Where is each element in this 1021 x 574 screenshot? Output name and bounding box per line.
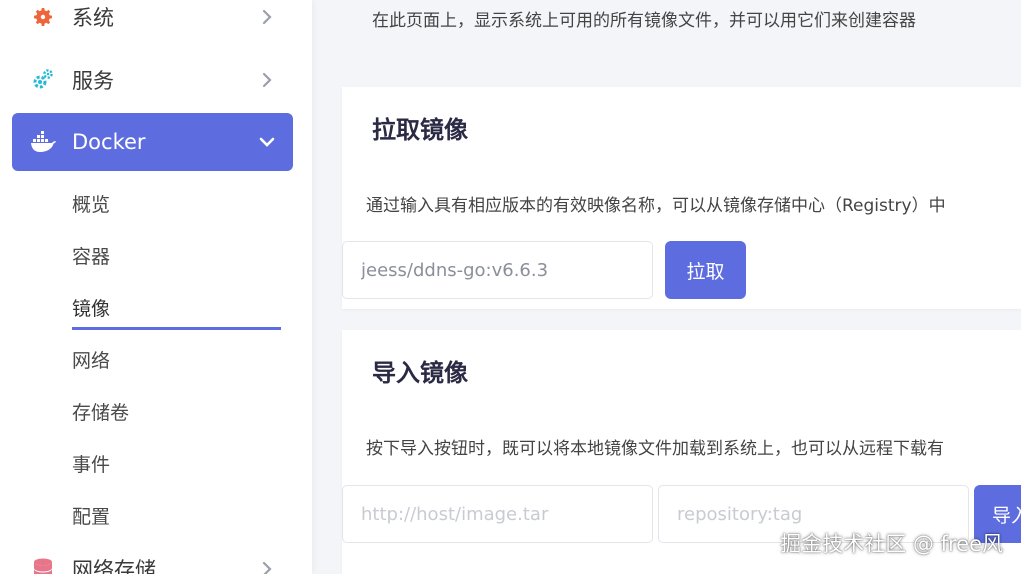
image-url-input[interactable] xyxy=(342,485,653,543)
active-sub-underline xyxy=(72,327,281,330)
import-image-description: 按下导入按钮时，既可以将本地镜像文件加载到系统上，也可以从远程下载有 xyxy=(366,439,944,459)
chevron-right-icon xyxy=(262,561,272,574)
pull-image-title: 拉取镜像 xyxy=(372,116,468,144)
docker-sub-events[interactable]: 事件 xyxy=(72,450,110,477)
import-image-title: 导入镜像 xyxy=(372,359,468,387)
chevron-right-icon xyxy=(262,72,272,88)
gear-icon xyxy=(30,4,56,30)
storage-icon xyxy=(30,556,56,574)
docker-sub-overview[interactable]: 概览 xyxy=(72,190,110,217)
pull-image-description: 通过输入具有相应版本的有效映像名称，可以从镜像存储中心（Registry）中 xyxy=(366,196,946,216)
chevron-down-icon xyxy=(259,137,275,147)
services-icon xyxy=(30,67,56,93)
sidebar: 系统 服务 Docker 概览 容器 镜像 网络 存储卷 事件 配置 网络存储 xyxy=(0,0,312,574)
sidebar-item-label: Docker xyxy=(72,130,146,154)
sidebar-item-system[interactable]: 系统 xyxy=(12,0,293,46)
image-name-input[interactable] xyxy=(342,241,653,299)
docker-sub-config[interactable]: 配置 xyxy=(72,502,110,529)
sidebar-item-services[interactable]: 服务 xyxy=(12,51,293,109)
sidebar-item-label: 网络存储 xyxy=(72,558,156,574)
watermark: 掘金技术社区 @ free风 xyxy=(780,532,1003,556)
docker-sub-volumes[interactable]: 存储卷 xyxy=(72,398,129,425)
docker-sub-images[interactable]: 镜像 xyxy=(72,294,110,321)
sidebar-item-docker[interactable]: Docker xyxy=(12,113,293,171)
chevron-right-icon xyxy=(262,9,272,25)
pull-button[interactable]: 拉取 xyxy=(665,241,746,299)
sidebar-item-label: 系统 xyxy=(72,6,114,30)
sidebar-item-label: 服务 xyxy=(72,69,114,93)
page-description: 在此页面上，显示系统上可用的所有镜像文件，并可以用它们来创建容器 xyxy=(372,11,916,31)
sidebar-item-network-storage[interactable]: 网络存储 xyxy=(12,540,293,574)
docker-icon xyxy=(30,129,56,155)
docker-sub-networks[interactable]: 网络 xyxy=(72,346,110,373)
docker-sub-containers[interactable]: 容器 xyxy=(72,242,110,269)
